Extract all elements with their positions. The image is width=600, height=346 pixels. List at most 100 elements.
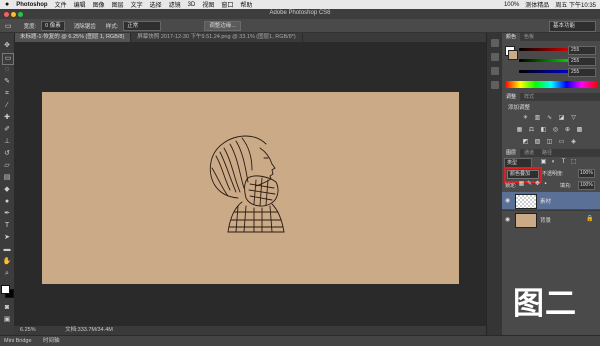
exposure-icon[interactable]: ◪	[558, 115, 565, 122]
foreground-color-swatch[interactable]	[1, 285, 10, 294]
blue-value[interactable]: 255	[568, 68, 596, 77]
marquee-tool-icon[interactable]: ▭	[2, 53, 14, 65]
menu-file[interactable]: 文件	[55, 0, 67, 9]
dodge-tool-icon[interactable]: ●	[2, 197, 12, 207]
clone-stamp-icon[interactable]: ⊥	[2, 137, 12, 147]
hand-tool-icon[interactable]: ✋	[2, 257, 12, 267]
path-select-icon[interactable]: ➤	[2, 233, 12, 243]
tab-layers[interactable]: 图层	[502, 149, 521, 157]
menu-window[interactable]: 窗口	[221, 0, 233, 9]
antialias-checkbox[interactable]: 消除锯齿	[74, 22, 96, 30]
tab-channels[interactable]: 通道	[520, 149, 538, 157]
layer-visibility-icon[interactable]: ◉	[505, 216, 510, 223]
menu-image[interactable]: 图像	[93, 0, 105, 9]
style-select[interactable]: 正常	[123, 20, 162, 31]
tab-adjustments[interactable]: 调整	[502, 93, 521, 101]
red-value[interactable]: 255	[568, 46, 596, 55]
history-panel-icon[interactable]	[491, 39, 499, 47]
blur-tool-icon[interactable]: ◆	[2, 185, 12, 195]
input-method[interactable]: 测体精品	[525, 0, 549, 9]
menu-type[interactable]: 文字	[131, 0, 143, 9]
type-tool-icon[interactable]: T	[2, 221, 12, 231]
layer-name[interactable]: 背景	[540, 216, 551, 224]
width-field[interactable]: 0 像素	[41, 20, 65, 31]
tab-document-1[interactable]: 未标题-1-恢复的 @ 6.25% (图层 1, RGB/8)	[14, 33, 132, 42]
fill-field[interactable]: 100%	[578, 181, 595, 190]
gradient-tool-icon[interactable]: ▤	[2, 173, 12, 183]
color-balance-icon[interactable]: ⚖	[528, 127, 535, 134]
curves-icon[interactable]: ∿	[546, 115, 553, 122]
menu-layer[interactable]: 图层	[112, 0, 124, 9]
document-size[interactable]: 文档:333.7M/34.4M	[65, 327, 113, 333]
color-panel-background-swatch[interactable]	[508, 50, 518, 60]
brush-tool-icon[interactable]: ✐	[2, 125, 12, 135]
mini-bridge-tab[interactable]: Mini Bridge	[4, 338, 32, 344]
filter-adjust-icon[interactable]: ◐	[550, 159, 557, 166]
hue-saturation-icon[interactable]: ▦	[516, 127, 523, 134]
tab-swatches[interactable]: 色板	[520, 33, 538, 41]
info-panel-icon[interactable]	[491, 81, 499, 89]
move-tool-icon[interactable]: ✥	[2, 41, 12, 51]
lock-position-icon[interactable]: ✥	[534, 181, 541, 188]
crop-tool-icon[interactable]: ⌗	[2, 89, 12, 99]
threshold-icon[interactable]: ◫	[546, 139, 553, 146]
tab-paths[interactable]: 路径	[538, 149, 556, 157]
invert-icon[interactable]: ◩	[522, 139, 529, 146]
refine-edge-button[interactable]: 调整边缘...	[204, 20, 241, 31]
actions-panel-icon[interactable]	[491, 53, 499, 61]
clock[interactable]: 周五 下午10:35	[555, 0, 596, 9]
eyedropper-icon[interactable]: ⁄	[2, 101, 12, 111]
menu-edit[interactable]: 编辑	[74, 0, 86, 9]
marquee-tool-icon[interactable]: ▭	[5, 22, 12, 30]
channel-mixer-icon[interactable]: ⊕	[564, 127, 571, 134]
lock-pixels-icon[interactable]: ✎	[526, 181, 533, 188]
zoom-tool-icon[interactable]: ⌕	[2, 269, 12, 279]
filter-type-icon[interactable]: T	[560, 159, 567, 166]
menu-help[interactable]: 帮助	[240, 0, 252, 9]
canvas-area[interactable]	[14, 42, 486, 326]
menu-filter[interactable]: 滤镜	[169, 0, 181, 9]
color-spectrum[interactable]	[505, 81, 597, 88]
layer-visibility-icon[interactable]: ◉	[505, 197, 510, 204]
document-canvas[interactable]	[42, 92, 459, 284]
tab-styles[interactable]: 样式	[520, 93, 538, 101]
selective-color-icon[interactable]: ◈	[570, 139, 577, 146]
zoom-level[interactable]: 6.25%	[20, 327, 36, 333]
levels-icon[interactable]: ▥	[534, 115, 541, 122]
layer-row[interactable]: ◉ 素材	[502, 192, 600, 209]
screen-mode-icon[interactable]: ▣	[2, 315, 12, 325]
properties-panel-icon[interactable]	[491, 67, 499, 75]
workspace-select[interactable]: 基本功能	[549, 21, 596, 32]
battery-status[interactable]: 100%	[504, 2, 519, 8]
apple-icon[interactable]: ●	[5, 1, 9, 8]
tab-document-2[interactable]: 屏幕快照 2017-12-30 下午9.51.24.png @ 33.1% (图…	[131, 33, 303, 42]
layer-row[interactable]: ◉ 背景 🔒	[502, 210, 600, 228]
green-value[interactable]: 255	[568, 57, 596, 66]
shape-tool-icon[interactable]: ▬	[2, 245, 12, 255]
menu-app-name[interactable]: Photoshop	[16, 2, 47, 8]
lock-all-icon[interactable]: ▪	[542, 181, 549, 188]
opacity-field[interactable]: 100%	[578, 169, 595, 178]
eraser-tool-icon[interactable]: ▱	[2, 161, 12, 171]
timeline-tab[interactable]: 时间轴	[43, 338, 60, 344]
healing-brush-icon[interactable]: ✚	[2, 113, 12, 123]
brightness-icon[interactable]: ☀	[522, 115, 529, 122]
gradient-map-icon[interactable]: ▭	[558, 139, 565, 146]
blend-mode-select[interactable]: 颜色叠加	[507, 170, 539, 179]
history-brush-icon[interactable]: ↺	[2, 149, 12, 159]
lock-transparent-icon[interactable]: ▦	[518, 181, 525, 188]
photo-filter-icon[interactable]: ◎	[552, 127, 559, 134]
quick-select-icon[interactable]: ✎	[2, 77, 12, 87]
lasso-tool-icon[interactable]: ◌	[2, 65, 12, 75]
color-lookup-icon[interactable]: ▩	[576, 127, 583, 134]
tab-color[interactable]: 颜色	[502, 33, 521, 41]
filter-pixel-icon[interactable]: ▣	[540, 159, 547, 166]
posterize-icon[interactable]: ▨	[534, 139, 541, 146]
vibrance-icon[interactable]: ▽	[570, 115, 577, 122]
menu-select[interactable]: 选择	[150, 0, 162, 9]
pen-tool-icon[interactable]: ✒	[2, 209, 12, 219]
menu-view[interactable]: 视图	[202, 0, 214, 9]
quick-mask-icon[interactable]: ◙	[2, 303, 12, 313]
filter-shape-icon[interactable]: ⬚	[570, 159, 577, 166]
layer-name[interactable]: 素材	[540, 197, 551, 205]
